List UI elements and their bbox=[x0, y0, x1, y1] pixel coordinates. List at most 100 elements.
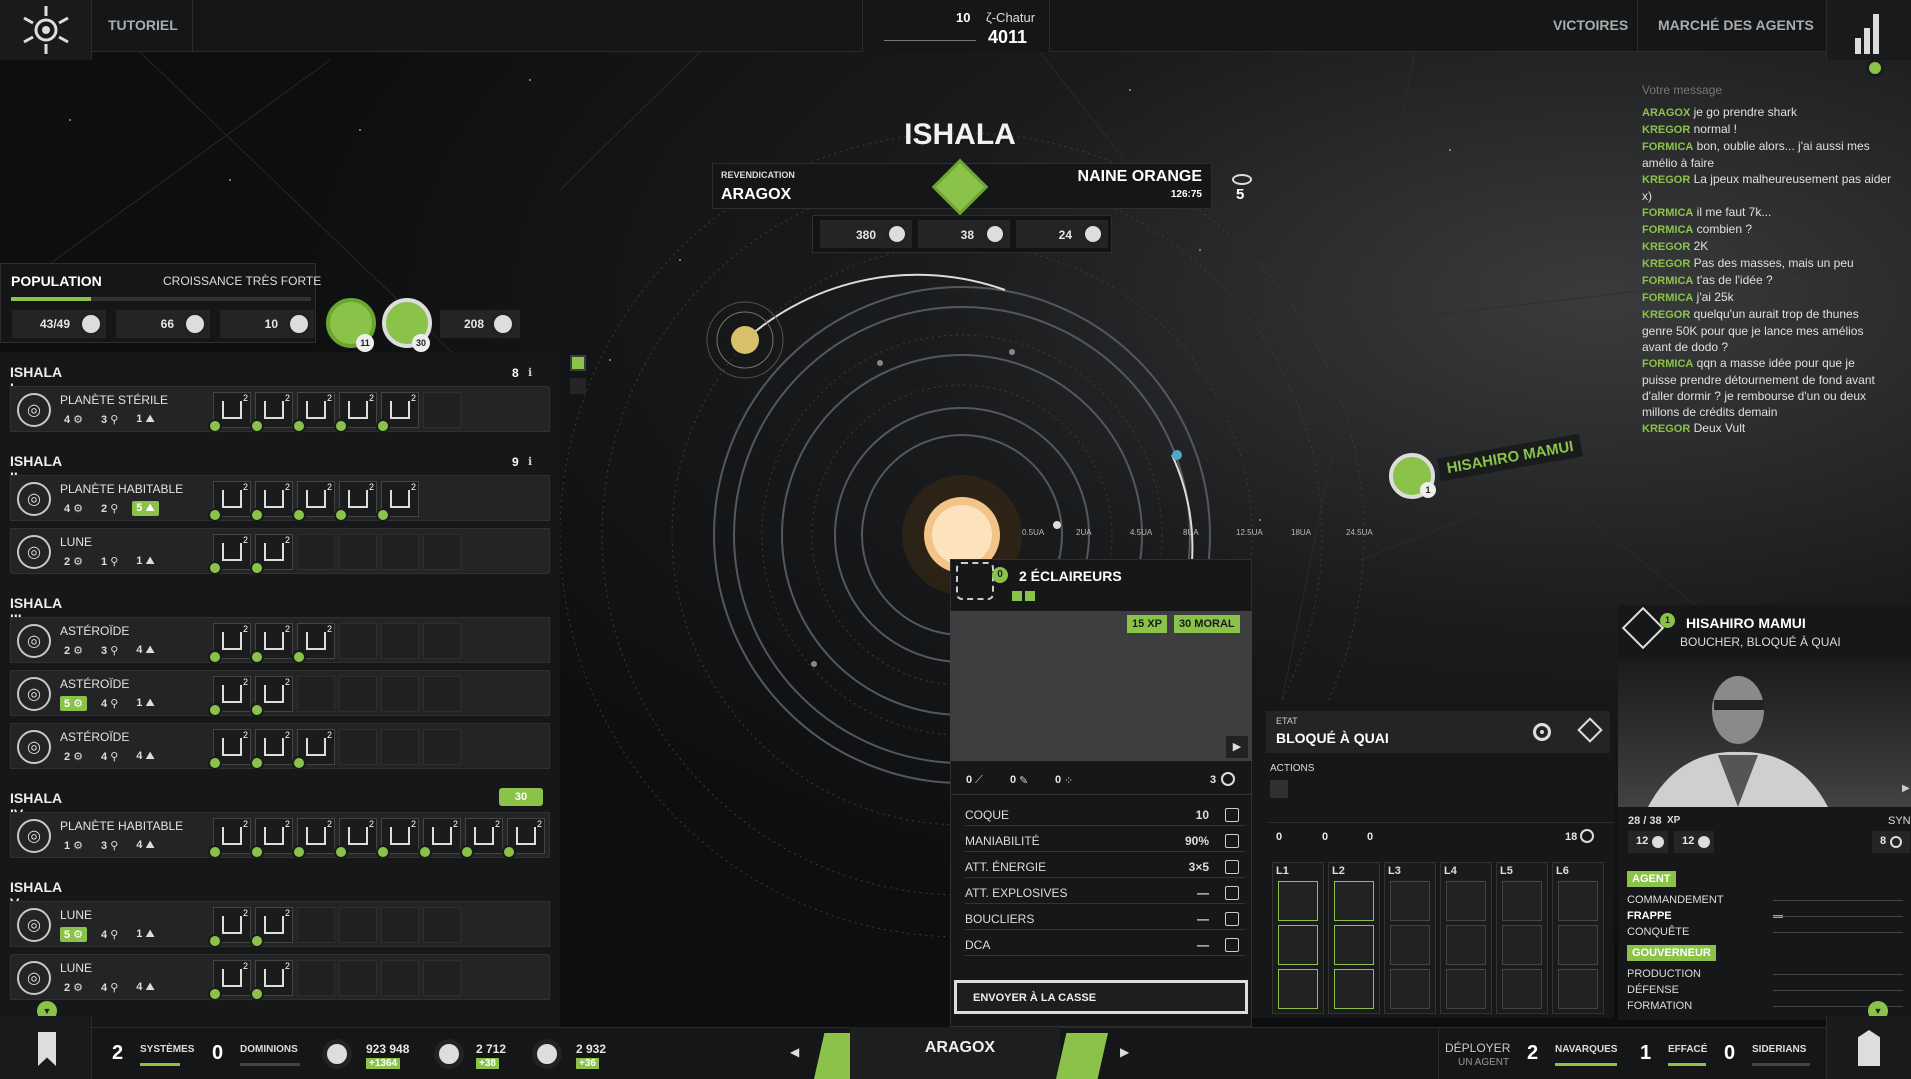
building-slot[interactable]: 2 bbox=[250, 534, 293, 575]
building-slot[interactable]: 2 bbox=[250, 729, 293, 770]
module-slot[interactable] bbox=[1278, 881, 1318, 921]
target-icon[interactable] bbox=[1533, 723, 1551, 741]
building-slot[interactable]: 2 bbox=[208, 960, 251, 1001]
planet-row[interactable]: ◎ ASTÉROÏDE 2 ⚙ 3 ⚲ 4 ⛰ 222 bbox=[10, 617, 550, 664]
building-slot[interactable]: 2 bbox=[376, 818, 419, 859]
empty-slot[interactable] bbox=[423, 729, 461, 765]
planet-row[interactable]: ◎ PLANÈTE HABITABLE 1 ⚙ 3 ⚲ 4 ⛰ 22222222 bbox=[10, 812, 550, 859]
empty-slot[interactable] bbox=[339, 676, 377, 712]
empty-slot[interactable] bbox=[381, 623, 419, 659]
building-slot[interactable]: 2 bbox=[250, 907, 293, 948]
chat-input[interactable]: Votre message bbox=[1642, 83, 1722, 97]
module-slot[interactable] bbox=[1390, 969, 1430, 1009]
empty-slot[interactable] bbox=[423, 392, 461, 428]
list-filter-toggle[interactable] bbox=[570, 355, 586, 371]
module-slot[interactable] bbox=[1390, 881, 1430, 921]
player-name[interactable]: ARAGOX bbox=[850, 1039, 1070, 1057]
module-slot[interactable] bbox=[1558, 925, 1598, 965]
building-slot[interactable]: 2 bbox=[376, 481, 419, 522]
building-slot[interactable]: 2 bbox=[208, 534, 251, 575]
navarques-label[interactable]: NAVARQUES bbox=[1555, 1044, 1617, 1055]
empty-slot[interactable] bbox=[297, 676, 335, 712]
empty-slot[interactable] bbox=[381, 907, 419, 943]
building-slot[interactable]: 2 bbox=[250, 818, 293, 859]
module-slot[interactable] bbox=[1446, 925, 1486, 965]
module-slot[interactable] bbox=[1502, 969, 1542, 1009]
prev-player-icon[interactable]: ◀ bbox=[790, 1045, 799, 1059]
module-slot[interactable] bbox=[1558, 969, 1598, 1009]
building-slot[interactable]: 2 bbox=[334, 818, 377, 859]
planet-row[interactable]: ◎ PLANÈTE HABITABLE 4 ⚙ 2 ⚲ 5 ⛰ 22222 bbox=[10, 475, 550, 522]
empty-slot[interactable] bbox=[297, 907, 335, 943]
building-slot[interactable]: 2 bbox=[502, 818, 545, 859]
building-slot[interactable]: 2 bbox=[250, 392, 293, 433]
empty-slot[interactable] bbox=[423, 907, 461, 943]
building-slot[interactable]: 2 bbox=[418, 818, 461, 859]
empty-slot[interactable] bbox=[381, 960, 419, 996]
empty-slot[interactable] bbox=[423, 676, 461, 712]
logo-button[interactable] bbox=[0, 0, 92, 60]
module-slot[interactable] bbox=[1390, 925, 1430, 965]
module-slot[interactable] bbox=[1278, 969, 1318, 1009]
module-slot[interactable] bbox=[1446, 881, 1486, 921]
building-slot[interactable]: 2 bbox=[250, 676, 293, 717]
building-slot[interactable]: 2 bbox=[208, 907, 251, 948]
deploy-label[interactable]: DÉPLOYER bbox=[1445, 1041, 1510, 1055]
building-slot[interactable]: 2 bbox=[250, 960, 293, 1001]
empty-slot[interactable] bbox=[339, 623, 377, 659]
empty-slot[interactable] bbox=[339, 960, 377, 996]
empty-slot[interactable] bbox=[297, 534, 335, 570]
planet-row[interactable]: ◎ LUNE 2 ⚙ 4 ⚲ 4 ⛰ 22 bbox=[10, 954, 550, 1001]
building-slot[interactable]: 2 bbox=[208, 392, 251, 433]
victories-link[interactable]: VICTOIRES bbox=[1553, 17, 1628, 33]
module-slot[interactable] bbox=[1334, 969, 1374, 1009]
building-slot[interactable]: 2 bbox=[376, 392, 419, 433]
empty-slot[interactable] bbox=[339, 729, 377, 765]
empty-slot[interactable] bbox=[381, 676, 419, 712]
building-slot[interactable]: 2 bbox=[292, 623, 335, 664]
empty-slot[interactable] bbox=[423, 534, 461, 570]
ship-next-button[interactable]: ▶ bbox=[1226, 736, 1248, 758]
planet-row[interactable]: ◎ LUNE 2 ⚙ 1 ⚲ 1 ⛰ 22 bbox=[10, 528, 550, 575]
planet-row[interactable]: ◎ PLANÈTE STÉRILE 4 ⚙ 3 ⚲ 1 ⛰ 22222 bbox=[10, 386, 550, 433]
next-player-icon[interactable]: ▶ bbox=[1120, 1045, 1129, 1059]
module-slot[interactable] bbox=[1502, 881, 1542, 921]
building-slot[interactable]: 2 bbox=[460, 818, 503, 859]
tutorial-link[interactable]: TUTORIEL bbox=[108, 17, 178, 33]
module-slot[interactable] bbox=[1278, 925, 1318, 965]
scrap-button[interactable]: ENVOYER À LA CASSE bbox=[954, 980, 1248, 1014]
empty-slot[interactable] bbox=[297, 960, 335, 996]
building-slot[interactable]: 2 bbox=[250, 481, 293, 522]
building-slot[interactable]: 2 bbox=[208, 818, 251, 859]
planet-row[interactable]: ◎ ASTÉROÏDE 2 ⚙ 4 ⚲ 4 ⛰ 222 bbox=[10, 723, 550, 770]
building-slot[interactable]: 2 bbox=[334, 392, 377, 433]
empty-slot[interactable] bbox=[381, 729, 419, 765]
module-slot[interactable] bbox=[1502, 925, 1542, 965]
building-slot[interactable]: 2 bbox=[292, 481, 335, 522]
empty-slot[interactable] bbox=[423, 623, 461, 659]
building-slot[interactable]: 2 bbox=[208, 481, 251, 522]
list-filter-toggle-2[interactable] bbox=[570, 378, 586, 394]
effaced-label[interactable]: EFFACÉ bbox=[1668, 1044, 1707, 1055]
building-slot[interactable]: 2 bbox=[292, 729, 335, 770]
action-slot[interactable] bbox=[1270, 780, 1288, 798]
module-slot[interactable] bbox=[1558, 881, 1598, 921]
empty-slot[interactable] bbox=[339, 534, 377, 570]
building-slot[interactable]: 2 bbox=[334, 481, 377, 522]
empty-slot[interactable] bbox=[423, 960, 461, 996]
module-slot[interactable] bbox=[1334, 925, 1374, 965]
planet-row[interactable]: ◎ ASTÉROÏDE 5 ⚙ 4 ⚲ 1 ⛰ 22 bbox=[10, 670, 550, 717]
building-slot[interactable]: 2 bbox=[292, 392, 335, 433]
chat-toggle-icon[interactable] bbox=[1866, 59, 1884, 77]
dominions-label[interactable]: DOMINIONS bbox=[240, 1044, 298, 1055]
building-slot[interactable]: 2 bbox=[208, 729, 251, 770]
empty-slot[interactable] bbox=[381, 534, 419, 570]
building-slot[interactable]: 2 bbox=[208, 623, 251, 664]
systems-label[interactable]: SYSTÈMES bbox=[140, 1044, 194, 1055]
planet-row[interactable]: ◎ LUNE 5 ⚙ 4 ⚲ 1 ⛰ 22 bbox=[10, 901, 550, 948]
building-slot[interactable]: 2 bbox=[250, 623, 293, 664]
building-slot[interactable]: 2 bbox=[292, 818, 335, 859]
siderians-label[interactable]: SIDERIANS bbox=[1752, 1044, 1806, 1055]
ranking-button[interactable] bbox=[1826, 0, 1911, 76]
portrait-next-icon[interactable]: ▶ bbox=[1902, 783, 1910, 794]
